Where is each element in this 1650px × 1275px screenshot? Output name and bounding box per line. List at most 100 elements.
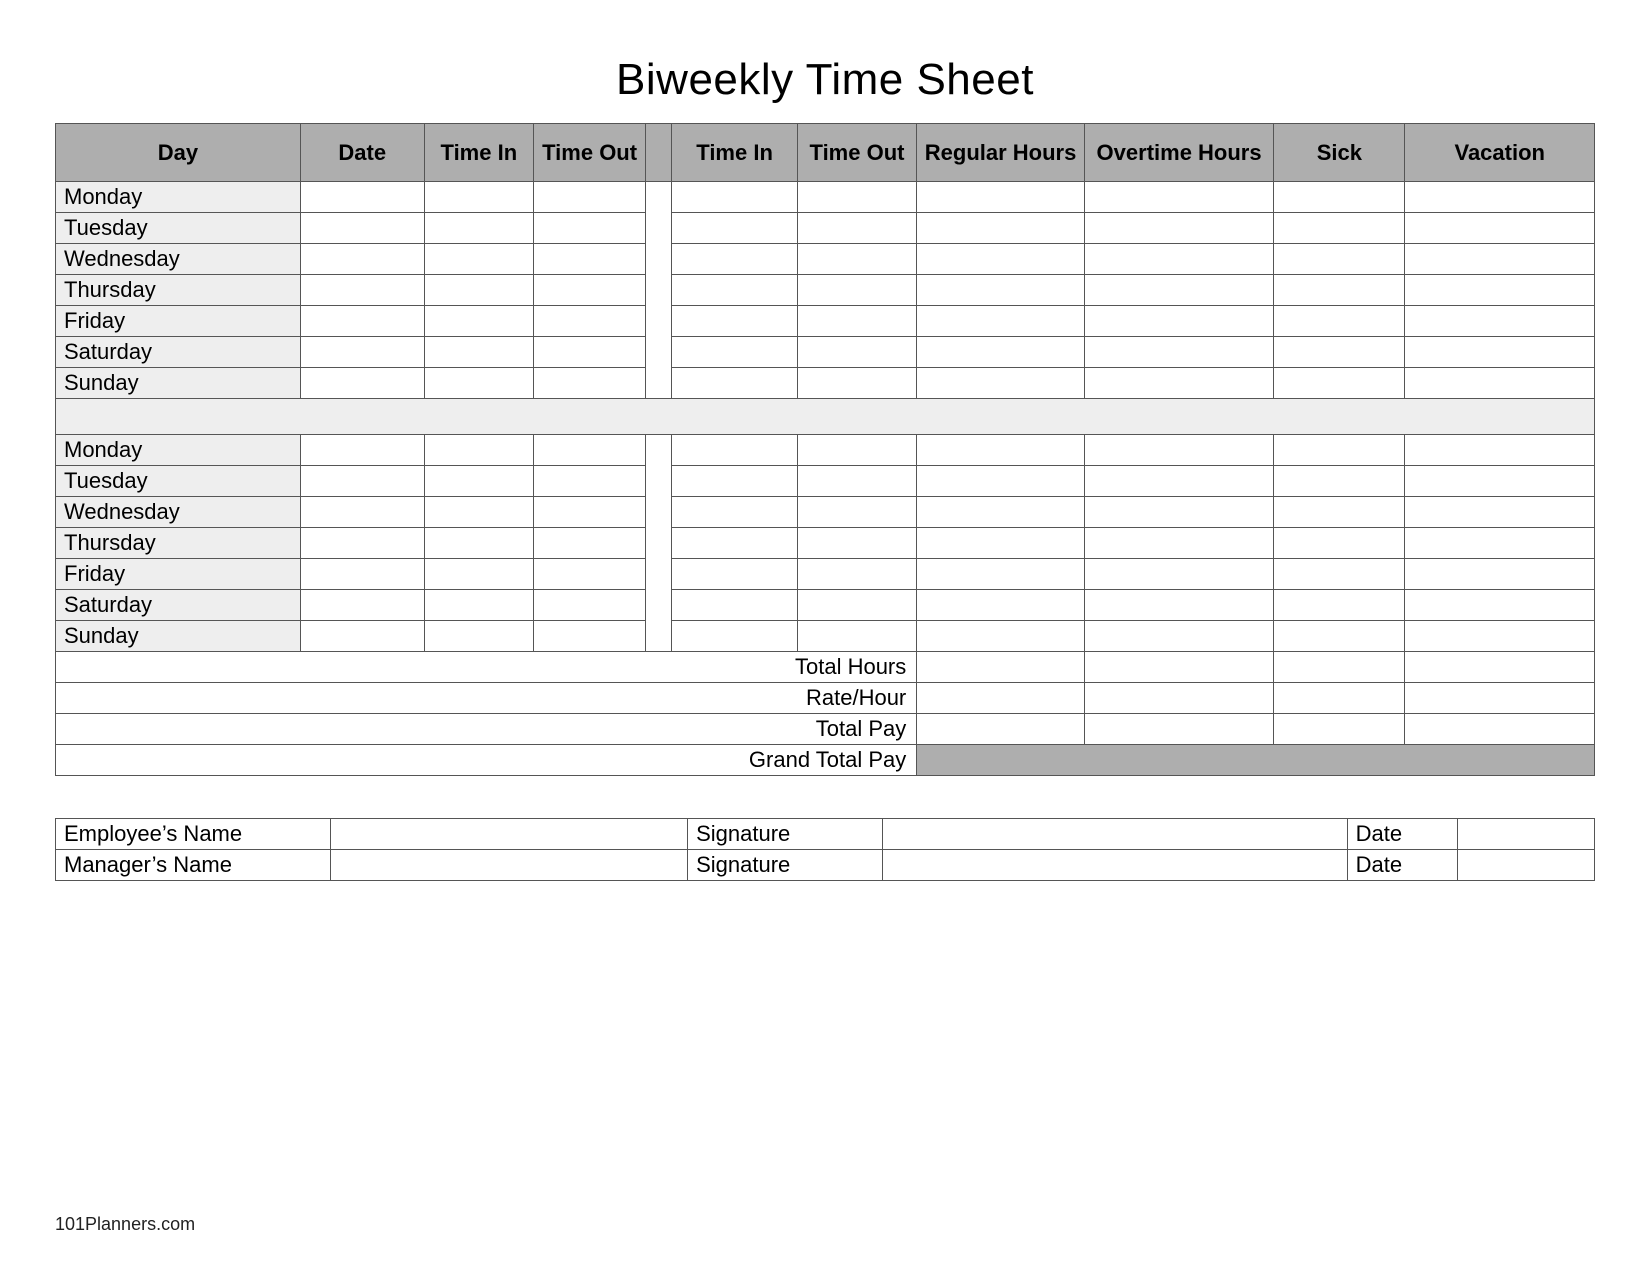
manager-signature-label: Signature xyxy=(688,850,883,881)
time-out-1-cell xyxy=(534,244,646,275)
regular-cell xyxy=(917,497,1085,528)
total-hours-label: Total Hours xyxy=(56,652,917,683)
total-pay-regular xyxy=(917,714,1085,745)
vacation-cell xyxy=(1405,306,1595,337)
regular-cell xyxy=(917,435,1085,466)
regular-cell xyxy=(917,528,1085,559)
manager-name-label: Manager’s Name xyxy=(56,850,331,881)
overtime-cell xyxy=(1084,621,1273,652)
date-cell xyxy=(300,528,424,559)
employee-date-label: Date xyxy=(1347,819,1457,850)
overtime-cell xyxy=(1084,337,1273,368)
sick-cell xyxy=(1274,182,1405,213)
employee-signature-value xyxy=(883,819,1347,850)
footer-credit: 101Planners.com xyxy=(55,1214,195,1235)
vacation-cell xyxy=(1405,466,1595,497)
header-day: Day xyxy=(56,124,301,182)
time-out-1-cell xyxy=(534,621,646,652)
date-cell xyxy=(300,621,424,652)
regular-cell xyxy=(917,621,1085,652)
header-sick: Sick xyxy=(1274,124,1405,182)
gap-cell xyxy=(646,435,672,466)
grand-total-pay-value xyxy=(917,745,1595,776)
day-cell: Friday xyxy=(56,306,301,337)
sick-cell xyxy=(1274,590,1405,621)
employee-date-value xyxy=(1457,819,1594,850)
time-in-1-cell xyxy=(424,590,533,621)
table-row: Sunday xyxy=(56,621,1595,652)
total-hours-vacation xyxy=(1405,652,1595,683)
regular-cell xyxy=(917,337,1085,368)
gap-cell xyxy=(646,621,672,652)
time-in-1-cell xyxy=(424,559,533,590)
time-in-2-cell xyxy=(672,213,797,244)
grand-total-pay-row: Grand Total Pay xyxy=(56,745,1595,776)
header-date: Date xyxy=(300,124,424,182)
day-cell: Monday xyxy=(56,435,301,466)
employee-signature-row: Employee’s Name Signature Date xyxy=(56,819,1595,850)
time-out-2-cell xyxy=(797,368,917,399)
signature-table: Employee’s Name Signature Date Manager’s… xyxy=(55,818,1595,881)
gap-cell xyxy=(646,244,672,275)
total-pay-row: Total Pay xyxy=(56,714,1595,745)
overtime-cell xyxy=(1084,528,1273,559)
date-cell xyxy=(300,590,424,621)
header-time-in-2: Time In xyxy=(672,124,797,182)
day-cell: Tuesday xyxy=(56,213,301,244)
time-in-1-cell xyxy=(424,466,533,497)
time-out-2-cell xyxy=(797,306,917,337)
time-out-2-cell xyxy=(797,337,917,368)
time-in-2-cell xyxy=(672,368,797,399)
grand-total-pay-label: Grand Total Pay xyxy=(56,745,917,776)
table-row: Friday xyxy=(56,306,1595,337)
sick-cell xyxy=(1274,528,1405,559)
time-in-1-cell xyxy=(424,182,533,213)
manager-name-value xyxy=(330,850,687,881)
total-hours-regular xyxy=(917,652,1085,683)
time-out-2-cell xyxy=(797,590,917,621)
spacer-cell xyxy=(56,399,1595,435)
vacation-cell xyxy=(1405,244,1595,275)
vacation-cell xyxy=(1405,559,1595,590)
table-row: Thursday xyxy=(56,528,1595,559)
time-in-1-cell xyxy=(424,213,533,244)
overtime-cell xyxy=(1084,182,1273,213)
vacation-cell xyxy=(1405,621,1595,652)
overtime-cell xyxy=(1084,244,1273,275)
gap-cell xyxy=(646,528,672,559)
time-in-2-cell xyxy=(672,182,797,213)
date-cell xyxy=(300,337,424,368)
time-in-1-cell xyxy=(424,435,533,466)
sick-cell xyxy=(1274,275,1405,306)
total-pay-overtime xyxy=(1084,714,1273,745)
sick-cell xyxy=(1274,466,1405,497)
gap-cell xyxy=(646,497,672,528)
table-row: Friday xyxy=(56,559,1595,590)
sick-cell xyxy=(1274,621,1405,652)
overtime-cell xyxy=(1084,435,1273,466)
time-out-2-cell xyxy=(797,497,917,528)
week-spacer-row xyxy=(56,399,1595,435)
time-out-2-cell xyxy=(797,621,917,652)
header-row: Day Date Time In Time Out Time In Time O… xyxy=(56,124,1595,182)
time-out-1-cell xyxy=(534,213,646,244)
time-out-2-cell xyxy=(797,244,917,275)
overtime-cell xyxy=(1084,306,1273,337)
total-pay-sick xyxy=(1274,714,1405,745)
sick-cell xyxy=(1274,337,1405,368)
vacation-cell xyxy=(1405,497,1595,528)
time-out-1-cell xyxy=(534,275,646,306)
table-row: Saturday xyxy=(56,590,1595,621)
time-in-2-cell xyxy=(672,435,797,466)
time-out-2-cell xyxy=(797,182,917,213)
time-in-2-cell xyxy=(672,590,797,621)
employee-name-value xyxy=(330,819,687,850)
total-hours-sick xyxy=(1274,652,1405,683)
time-out-2-cell xyxy=(797,213,917,244)
header-overtime-hours: Overtime Hours xyxy=(1084,124,1273,182)
time-out-1-cell xyxy=(534,435,646,466)
table-row: Saturday xyxy=(56,337,1595,368)
regular-cell xyxy=(917,306,1085,337)
day-cell: Sunday xyxy=(56,621,301,652)
regular-cell xyxy=(917,466,1085,497)
